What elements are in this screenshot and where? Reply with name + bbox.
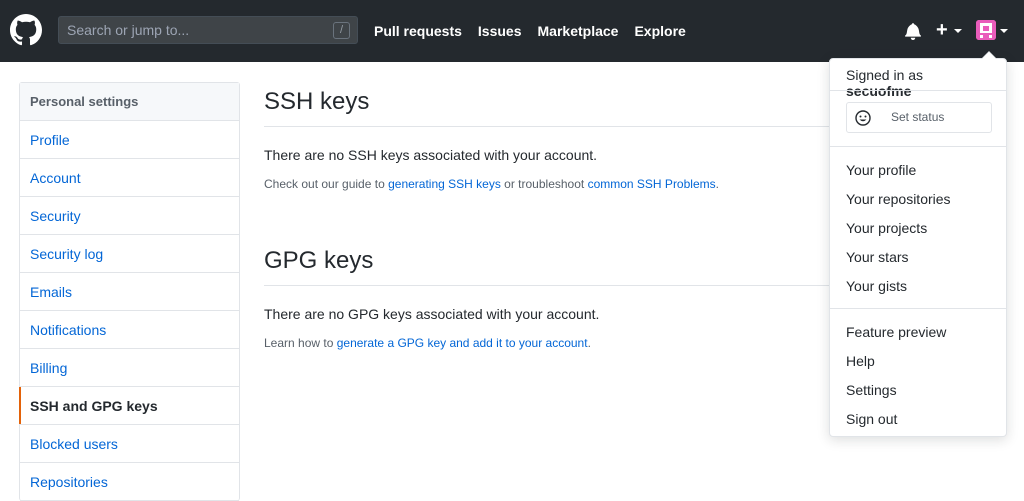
generating-ssh-keys-link[interactable]: generating SSH keys — [388, 177, 501, 191]
sidebar-item-emails[interactable]: Emails — [20, 273, 239, 311]
common-ssh-problems-link[interactable]: common SSH Problems — [588, 177, 716, 191]
nav-marketplace[interactable]: Marketplace — [538, 22, 619, 40]
menu-item-your-stars[interactable]: Your stars — [846, 248, 909, 266]
set-status-button[interactable]: Set status — [846, 102, 992, 133]
signed-in-prefix: Signed in as — [846, 67, 924, 83]
plus-icon[interactable]: + — [936, 20, 948, 40]
chevron-down-icon[interactable] — [1000, 29, 1008, 33]
nav-explore[interactable]: Explore — [634, 22, 685, 40]
ssh-note-prefix: Check out our guide to — [264, 177, 385, 191]
gpg-keys-title: GPG keys — [264, 241, 864, 286]
menu-item-feature-preview[interactable]: Feature preview — [846, 323, 946, 341]
sidebar-item-blocked-users[interactable]: Blocked users — [20, 425, 239, 463]
top-header: / Pull requests Issues Marketplace Explo… — [0, 0, 1024, 62]
nav-pull-requests[interactable]: Pull requests — [374, 22, 462, 40]
dropdown-divider — [830, 146, 1006, 147]
settings-sidebar: Personal settings Profile Account Securi… — [19, 82, 240, 501]
sidebar-item-ssh-gpg-keys[interactable]: SSH and GPG keys — [19, 387, 239, 425]
smiley-icon — [855, 110, 871, 126]
menu-item-help[interactable]: Help — [846, 352, 875, 370]
menu-item-your-projects[interactable]: Your projects — [846, 219, 927, 237]
sidebar-item-repositories[interactable]: Repositories — [20, 463, 239, 501]
menu-item-your-gists[interactable]: Your gists — [846, 277, 907, 295]
nav-issues[interactable]: Issues — [478, 22, 522, 40]
sidebar-item-account[interactable]: Account — [20, 159, 239, 197]
user-dropdown-menu: Signed in as secuofme Set status Your pr… — [829, 51, 1007, 437]
ssh-help-note: Check out our guide to generating SSH ke… — [264, 175, 864, 193]
signed-in-username: secuofme — [846, 83, 912, 99]
sidebar-item-profile[interactable]: Profile — [20, 121, 239, 159]
gpg-help-note: Learn how to generate a GPG key and add … — [264, 334, 864, 352]
github-logo-icon[interactable] — [10, 14, 42, 46]
avatar[interactable] — [976, 20, 996, 40]
ssh-empty-message: There are no SSH keys associated with yo… — [264, 147, 598, 163]
slash-shortcut-hint: / — [333, 22, 350, 39]
sidebar-title: Personal settings — [20, 83, 239, 121]
menu-item-your-profile[interactable]: Your profile — [846, 161, 916, 179]
set-status-label: Set status — [891, 110, 945, 124]
dropdown-divider — [830, 308, 1006, 309]
sidebar-item-billing[interactable]: Billing — [20, 349, 239, 387]
avatar-identicon-icon — [976, 20, 996, 40]
search-input[interactable] — [59, 17, 357, 43]
gpg-note-prefix: Learn how to — [264, 336, 334, 350]
ssh-note-mid: or troubleshoot — [504, 177, 585, 191]
ssh-note-end: . — [715, 177, 719, 191]
ssh-keys-title: SSH keys — [264, 82, 864, 127]
dropdown-divider — [830, 90, 1006, 91]
menu-item-your-repositories[interactable]: Your repositories — [846, 190, 951, 208]
main-nav: Pull requests Issues Marketplace Explore — [374, 22, 702, 40]
generate-gpg-key-link[interactable]: generate a GPG key and add it to your ac… — [337, 336, 588, 350]
sidebar-item-security-log[interactable]: Security log — [20, 235, 239, 273]
signed-in-header: Signed in as secuofme — [830, 59, 1006, 99]
bell-icon[interactable] — [905, 22, 921, 40]
main-content: SSH keys There are no SSH keys associate… — [264, 82, 864, 352]
chevron-down-icon[interactable] — [954, 29, 962, 33]
menu-item-sign-out[interactable]: Sign out — [846, 410, 897, 428]
sidebar-item-notifications[interactable]: Notifications — [20, 311, 239, 349]
gpg-empty-message: There are no GPG keys associated with yo… — [264, 306, 600, 322]
menu-item-settings[interactable]: Settings — [846, 381, 897, 399]
gpg-note-end: . — [587, 336, 591, 350]
sidebar-item-security[interactable]: Security — [20, 197, 239, 235]
search-box: / — [58, 16, 358, 44]
